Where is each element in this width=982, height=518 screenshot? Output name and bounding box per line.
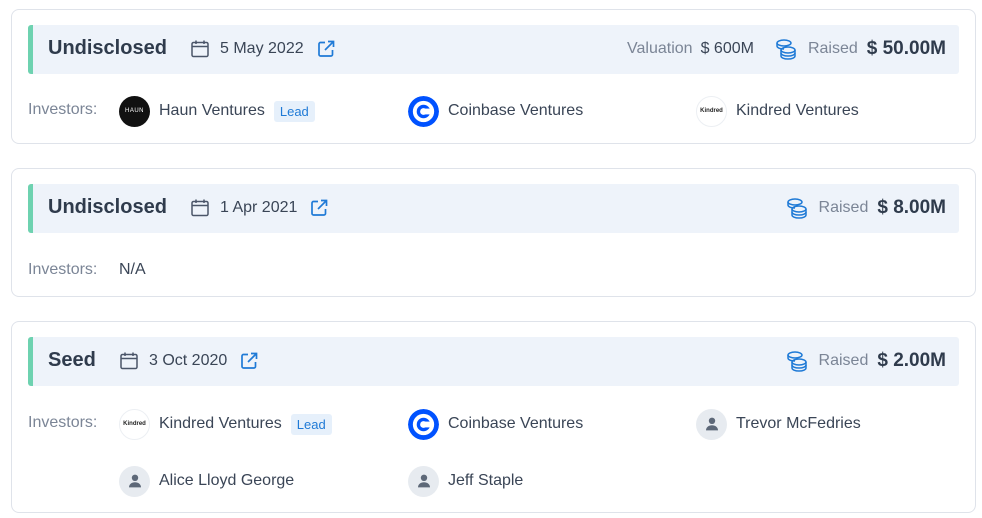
investor-name[interactable]: Trevor McFedries [736, 415, 861, 433]
investor-name[interactable]: Alice Lloyd George [159, 472, 294, 490]
investor-name[interactable]: Haun Ventures [159, 102, 265, 120]
investor-name[interactable]: Coinbase Ventures [448, 102, 583, 120]
investor-item[interactable]: Coinbase Ventures [408, 95, 583, 127]
calendar-icon [120, 352, 138, 370]
investor-item[interactable]: Trevor McFedries [696, 408, 861, 440]
investor-item[interactable]: Alice Lloyd George [119, 465, 294, 497]
person-icon [119, 465, 150, 497]
person-icon [696, 408, 727, 440]
coins-icon [776, 39, 796, 60]
round-type: Undisclosed [48, 196, 167, 218]
calendar-icon [191, 40, 209, 58]
lead-badge: Lead [290, 413, 332, 435]
round-header: Undisclosed 1 Apr 2021 Raised $ 8.00M [28, 184, 959, 233]
investors-na: N/A [119, 261, 146, 278]
round-type: Seed [48, 349, 96, 371]
investors-label: Investors: [28, 261, 98, 278]
coins-icon [786, 198, 807, 219]
round-date: 5 May 2022 [220, 40, 304, 57]
round-amounts: Raised $ 8.00M [785, 196, 946, 220]
round-date-group: 1 Apr 2021 [190, 196, 329, 220]
raised-value: $ 2.00M [877, 350, 946, 371]
coinbase-logo [408, 408, 439, 440]
round-type: Undisclosed [48, 37, 167, 59]
funding-round-card: Undisclosed 1 Apr 2021 Raised $ 8.00M In… [11, 168, 976, 297]
round-date-group: 3 Oct 2020 [119, 349, 259, 373]
investor-item[interactable]: Kindred Kindred Ventures Lead [119, 408, 332, 440]
round-header: Seed 3 Oct 2020 Raised $ 2.00M [28, 337, 959, 386]
raised-value: $ 50.00M [866, 38, 946, 59]
investor-item[interactable]: Kindred Kindred Ventures [696, 95, 859, 127]
calendar-icon [191, 199, 209, 217]
raised-value: $ 8.00M [877, 197, 946, 218]
investor-item[interactable]: Coinbase Ventures [408, 408, 583, 440]
investor-item[interactable]: HAUN Haun Ventures Lead [119, 95, 315, 127]
round-date: 1 Apr 2021 [220, 199, 298, 216]
investors-label: Investors: [28, 414, 98, 431]
valuation-value: $ 600M [700, 40, 754, 57]
coinbase-logo [408, 95, 439, 127]
round-date-group: 5 May 2022 [190, 37, 336, 61]
haun-logo: HAUN [119, 95, 150, 127]
raised-label: Raised [807, 40, 858, 57]
person-icon [408, 465, 439, 497]
round-amounts: Raised $ 2.00M [785, 349, 946, 373]
external-link-icon[interactable] [309, 198, 329, 218]
investors-label: Investors: [28, 101, 98, 118]
raised-label: Raised [818, 199, 869, 216]
investor-item[interactable]: Jeff Staple [408, 465, 523, 497]
raised-label: Raised [818, 352, 869, 369]
coins-icon [786, 351, 807, 372]
funding-round-card: Undisclosed 5 May 2022 Valuation $ 600M [11, 9, 976, 144]
investor-name[interactable]: Coinbase Ventures [448, 415, 583, 433]
investor-name[interactable]: Kindred Ventures [736, 102, 859, 120]
kindred-logo: Kindred [119, 408, 150, 440]
round-date: 3 Oct 2020 [149, 352, 228, 369]
valuation-label: Valuation [627, 40, 693, 57]
external-link-icon[interactable] [316, 39, 336, 59]
round-amounts: Valuation $ 600M Raised $ 50.00M [627, 37, 946, 61]
investor-name[interactable]: Jeff Staple [448, 472, 523, 490]
funding-round-card: Seed 3 Oct 2020 Raised $ 2.00M Investors… [11, 321, 976, 513]
lead-badge: Lead [273, 100, 315, 122]
kindred-logo: Kindred [696, 95, 727, 127]
external-link-icon[interactable] [239, 351, 259, 371]
investor-name[interactable]: Kindred Ventures [159, 415, 282, 433]
round-header: Undisclosed 5 May 2022 Valuation $ 600M [28, 25, 959, 74]
